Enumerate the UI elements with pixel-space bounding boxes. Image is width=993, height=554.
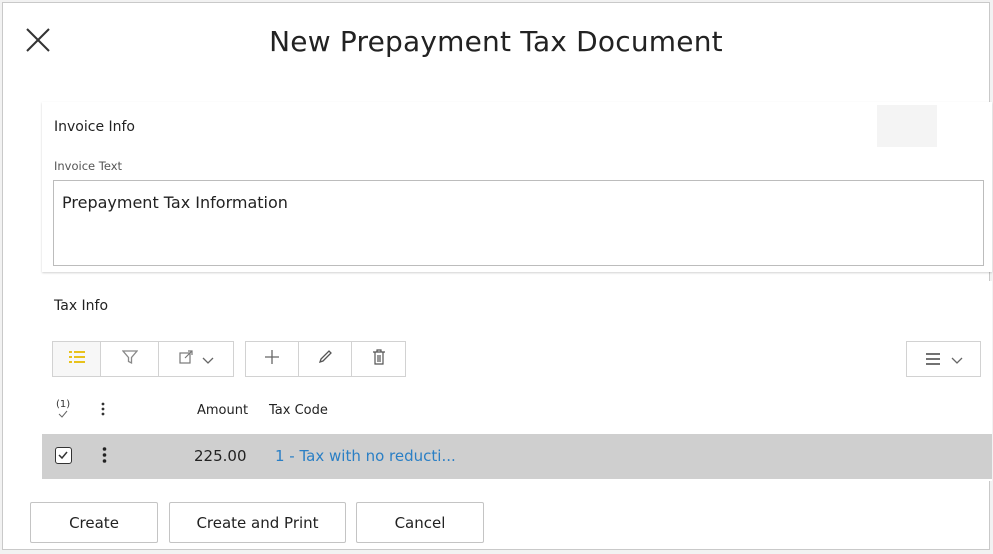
invoice-text-field[interactable]: Prepayment Tax Information xyxy=(53,180,984,266)
column-header-tax-code[interactable]: Tax Code xyxy=(269,403,328,418)
menu-icon xyxy=(925,350,941,369)
table-row[interactable]: 225.00 1 - Tax with no reducti... xyxy=(42,434,992,479)
column-menu-toolbar xyxy=(906,341,981,377)
header-kebab-icon[interactable] xyxy=(101,402,105,420)
edit-button[interactable] xyxy=(299,342,352,376)
delete-button[interactable] xyxy=(352,342,405,376)
export-button[interactable] xyxy=(159,342,233,376)
prepayment-tax-dialog: New Prepayment Tax Document Invoice Info… xyxy=(2,2,992,550)
check-icon xyxy=(58,410,68,418)
filter-icon xyxy=(121,349,139,369)
chevron-down-icon xyxy=(951,350,963,369)
create-button[interactable]: Create xyxy=(30,502,158,543)
view-toolbar xyxy=(52,341,234,377)
invoice-info-title: Invoice Info xyxy=(54,119,135,135)
create-and-print-button[interactable]: Create and Print xyxy=(169,502,346,543)
row-amount: 225.00 xyxy=(194,447,247,465)
add-button[interactable] xyxy=(246,342,299,376)
list-view-button[interactable] xyxy=(53,342,102,376)
invoice-info-section: Invoice Info Invoice Text Prepayment Tax… xyxy=(42,102,992,272)
row-checkbox[interactable] xyxy=(55,447,72,464)
selection-count-label: (1) xyxy=(56,399,71,410)
tax-info-section: Tax Info (1) Amount Tax Code 225.00 1 - … xyxy=(42,281,992,481)
row-tax-code-link[interactable]: 1 - Tax with no reducti... xyxy=(275,447,456,465)
selection-count[interactable]: (1) xyxy=(56,399,70,421)
row-kebab-icon[interactable] xyxy=(102,446,107,468)
edit-icon xyxy=(317,349,333,369)
column-menu-button[interactable] xyxy=(907,342,980,376)
filter-button[interactable] xyxy=(101,342,159,376)
cancel-button[interactable]: Cancel xyxy=(356,502,484,543)
dialog-title: New Prepayment Tax Document xyxy=(269,25,723,58)
column-header-amount[interactable]: Amount xyxy=(197,403,248,418)
export-icon xyxy=(178,349,194,369)
tax-info-title: Tax Info xyxy=(54,298,109,314)
edit-toolbar xyxy=(245,341,406,377)
delete-icon xyxy=(372,349,386,369)
add-icon xyxy=(264,349,280,369)
list-view-icon xyxy=(68,349,86,369)
invoice-text-label: Invoice Text xyxy=(54,159,123,173)
corner-placeholder xyxy=(877,105,937,147)
invoice-text-value: Prepayment Tax Information xyxy=(62,193,288,212)
chevron-down-icon xyxy=(202,350,214,369)
